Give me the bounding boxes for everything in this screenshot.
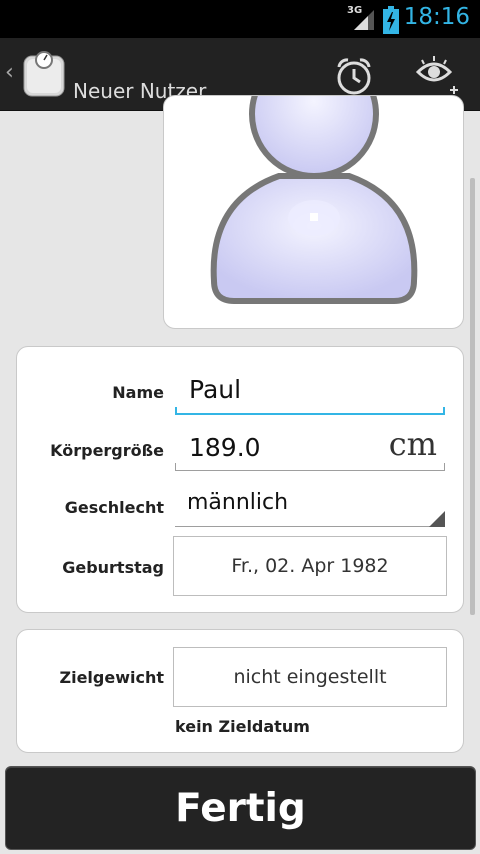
name-label: Name: [112, 383, 164, 402]
height-label: Körpergröße: [50, 441, 164, 460]
birthday-label: Geburtstag: [62, 558, 164, 577]
target-weight-label: Zielgewicht: [59, 668, 164, 687]
height-unit: cm: [388, 425, 437, 463]
avatar-card[interactable]: [163, 95, 464, 329]
alarm-clock-icon[interactable]: [330, 52, 378, 100]
target-weight-button[interactable]: nicht eingestellt: [173, 647, 447, 707]
height-field[interactable]: 189.0 cm: [175, 423, 445, 471]
gender-spinner[interactable]: männlich: [175, 481, 445, 527]
target-date-text[interactable]: kein Zieldatum: [175, 717, 310, 736]
height-value: 189.0: [189, 433, 261, 462]
gender-label: Geschlecht: [64, 498, 164, 517]
scale-app-icon[interactable]: [22, 50, 66, 98]
done-button[interactable]: Fertig: [5, 766, 476, 850]
user-avatar-icon[interactable]: [204, 96, 424, 316]
scrollbar[interactable]: [470, 178, 475, 615]
personal-info-card: Name Paul Körpergröße 189.0 cm Geschlech…: [16, 346, 464, 613]
goal-card: Zielgewicht nicht eingestellt kein Zield…: [16, 629, 464, 753]
up-navigation-icon[interactable]: ‹: [5, 60, 14, 85]
status-bar: 3G 18:16: [0, 0, 480, 38]
spinner-arrow-icon: [429, 511, 445, 527]
signal-icon: [354, 10, 374, 30]
clock: 18:16: [403, 4, 470, 30]
name-field[interactable]: Paul: [175, 367, 445, 415]
birthday-button[interactable]: Fr., 02. Apr 1982: [173, 536, 447, 596]
gender-value: männlich: [187, 490, 289, 515]
battery-charging-icon: [383, 6, 399, 34]
name-value: Paul: [189, 375, 242, 404]
